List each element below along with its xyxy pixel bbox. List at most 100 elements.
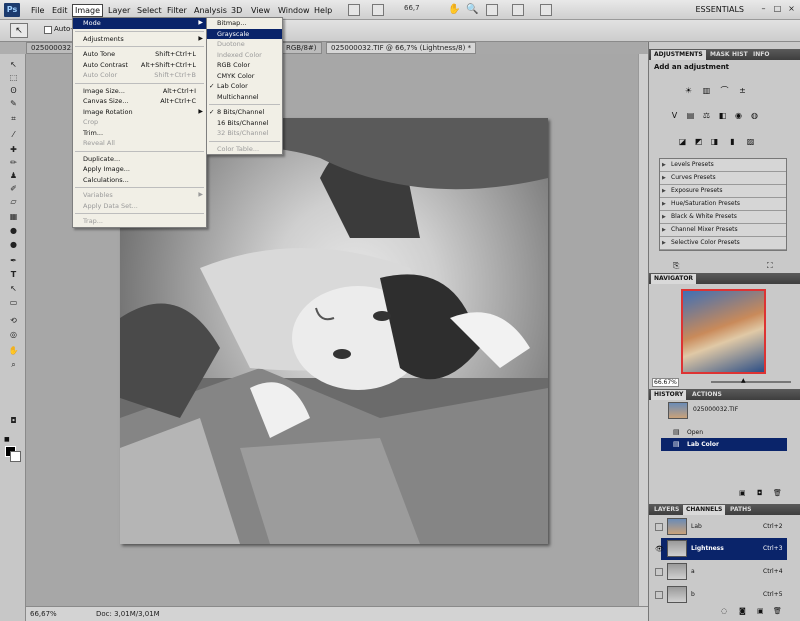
menu-item-trim[interactable]: Trim...: [73, 128, 206, 139]
background-color-swatch[interactable]: [10, 451, 21, 462]
tab-actions[interactable]: ACTIONS: [689, 390, 725, 400]
black-white-icon[interactable]: ◧: [717, 110, 728, 121]
preset-item[interactable]: Black & White Presets: [660, 211, 786, 224]
maximize-icon[interactable]: □: [772, 4, 783, 15]
channel-row[interactable]: a Ctrl+4: [649, 561, 800, 583]
eyedropper-tool-icon[interactable]: ⁄: [8, 130, 19, 140]
preset-item[interactable]: Channel Mixer Presets: [660, 224, 786, 237]
photo-filter-icon[interactable]: ◉: [733, 110, 744, 121]
color-balance-icon[interactable]: ⚖: [701, 110, 712, 121]
menu-edit[interactable]: Edit: [50, 5, 70, 17]
menu-window[interactable]: Window: [276, 5, 312, 17]
menu-item-duplicate[interactable]: Duplicate...: [73, 154, 206, 165]
menu-3d[interactable]: 3D: [229, 5, 244, 17]
clip-to-layer-icon[interactable]: ⛶: [767, 261, 773, 271]
history-snapshot-thumbnail[interactable]: [668, 402, 688, 419]
menu-image[interactable]: Image: [72, 4, 104, 17]
hue-saturation-icon[interactable]: ▤: [685, 110, 696, 121]
hand-icon[interactable]: ✋: [448, 4, 460, 16]
navigator-thumbnail[interactable]: [681, 289, 766, 374]
new-document-from-state-icon[interactable]: ▣: [739, 489, 746, 497]
tab-navigator[interactable]: NAVIGATOR: [651, 274, 697, 284]
menu-analysis[interactable]: Analysis: [192, 5, 229, 17]
menu-item-canvas-size[interactable]: Canvas Size... Alt+Ctrl+C: [73, 96, 206, 107]
save-selection-icon[interactable]: ◙: [739, 607, 746, 615]
mode-item-grayscale[interactable]: Grayscale: [207, 28, 282, 39]
navigator-slider-handle[interactable]: ▲: [741, 377, 746, 384]
menu-layer[interactable]: Layer: [106, 5, 132, 17]
mode-item-lab-color[interactable]: ✓ Lab Color: [207, 81, 282, 92]
history-brush-icon[interactable]: ✐: [8, 184, 19, 194]
shape-tool-icon[interactable]: ▭: [8, 298, 19, 308]
invert-icon[interactable]: ◪: [677, 136, 688, 147]
menu-file[interactable]: File: [29, 5, 46, 17]
tab-document-active[interactable]: 025000032.TIF @ 66,7% (Lightness/8) *: [326, 42, 477, 54]
auto-select-checkbox[interactable]: [44, 26, 52, 34]
mode-item-8-bits-channel[interactable]: ✓ 8 Bits/Channel: [207, 107, 282, 118]
eraser-tool-icon[interactable]: ▱: [8, 197, 19, 207]
zoom-level[interactable]: 66,7: [404, 4, 420, 12]
navigator-zoom-slider[interactable]: [711, 381, 791, 383]
channel-mixer-icon[interactable]: ◍: [749, 110, 760, 121]
menu-item-image-size[interactable]: Image Size... Alt+Ctrl+I: [73, 86, 206, 97]
eye-icon[interactable]: 👁: [655, 545, 664, 553]
menu-item-image-rotation[interactable]: Image Rotation ▶: [73, 107, 206, 118]
move-tool-icon[interactable]: ↖: [8, 60, 19, 70]
menu-select[interactable]: Select: [135, 5, 164, 17]
new-channel-icon[interactable]: ▣: [757, 607, 764, 615]
status-zoom[interactable]: 66,67%: [30, 610, 57, 618]
menu-item-mode[interactable]: Mode ▶: [73, 18, 206, 29]
channel-row[interactable]: b Ctrl+5: [649, 584, 800, 606]
menu-item-adjustments[interactable]: Adjustments ▶: [73, 34, 206, 45]
minimize-icon[interactable]: –: [758, 4, 769, 15]
selective-color-icon[interactable]: ▨: [745, 136, 756, 147]
tab-info[interactable]: INFO: [750, 50, 772, 60]
menu-help[interactable]: Help: [312, 5, 334, 17]
type-tool-icon[interactable]: T: [8, 270, 19, 280]
return-to-list-icon[interactable]: ⎘: [673, 261, 679, 271]
tab-paths[interactable]: PATHS: [727, 505, 754, 515]
threshold-icon[interactable]: ◨: [709, 136, 720, 147]
exposure-icon[interactable]: ±: [737, 85, 748, 96]
curves-icon[interactable]: ⌒: [719, 85, 730, 96]
history-step-selected[interactable]: ▤ Lab Color: [661, 438, 787, 451]
menu-item-auto-contrast[interactable]: Auto Contrast Alt+Shift+Ctrl+L: [73, 60, 206, 71]
quick-mask-icon[interactable]: ◘: [8, 416, 19, 426]
preset-item[interactable]: Hue/Saturation Presets: [660, 198, 786, 211]
channel-row[interactable]: Lab Ctrl+2: [649, 516, 800, 538]
marquee-tool-icon[interactable]: ⬚: [8, 73, 19, 83]
visibility-toggle[interactable]: [655, 568, 663, 576]
channel-row-selected[interactable]: 👁 Lightness Ctrl+3: [655, 538, 787, 560]
mode-item-bitmap[interactable]: Bitmap...: [207, 18, 282, 29]
canvas-scrollbar[interactable]: [638, 54, 648, 606]
quick-select-tool-icon[interactable]: ✎: [8, 99, 19, 109]
crop-tool-icon[interactable]: ⌗: [8, 114, 19, 124]
zoom-tool-icon[interactable]: ⌕: [8, 360, 19, 370]
close-icon[interactable]: ×: [786, 4, 797, 15]
mode-item-rgb-color[interactable]: RGB Color: [207, 60, 282, 71]
arrange-documents-icon[interactable]: [512, 4, 524, 16]
pen-tool-icon[interactable]: ✒: [8, 256, 19, 266]
visibility-toggle[interactable]: [655, 523, 663, 531]
preset-item[interactable]: Exposure Presets: [660, 185, 786, 198]
lasso-tool-icon[interactable]: ʘ: [8, 86, 19, 96]
menu-view[interactable]: View: [249, 5, 272, 17]
menu-item-auto-tone[interactable]: Auto Tone Shift+Ctrl+L: [73, 49, 206, 60]
delete-icon[interactable]: 🗑: [773, 489, 782, 497]
path-select-icon[interactable]: ↖: [8, 284, 19, 294]
default-colors-icon[interactable]: ■: [4, 436, 10, 443]
delete-channel-icon[interactable]: 🗑: [773, 607, 782, 615]
navigator-zoom[interactable]: 66.67%: [652, 378, 679, 387]
menu-filter[interactable]: Filter: [165, 5, 189, 17]
new-snapshot-icon[interactable]: ◘: [757, 489, 763, 497]
move-tool-preset-icon[interactable]: ↖: [10, 23, 28, 38]
3d-rotate-icon[interactable]: ⟲: [8, 316, 19, 326]
workspace-switcher[interactable]: ESSENTIALS: [695, 5, 744, 14]
brightness-icon[interactable]: ☀: [683, 85, 694, 96]
extras-icon[interactable]: [372, 4, 384, 16]
preset-item[interactable]: Levels Presets: [660, 159, 786, 172]
tab-histogram[interactable]: HIST: [729, 50, 751, 60]
preset-item[interactable]: Selective Color Presets: [660, 237, 786, 250]
healing-brush-icon[interactable]: ✚: [8, 145, 19, 155]
brush-tool-icon[interactable]: ✏: [8, 158, 19, 168]
